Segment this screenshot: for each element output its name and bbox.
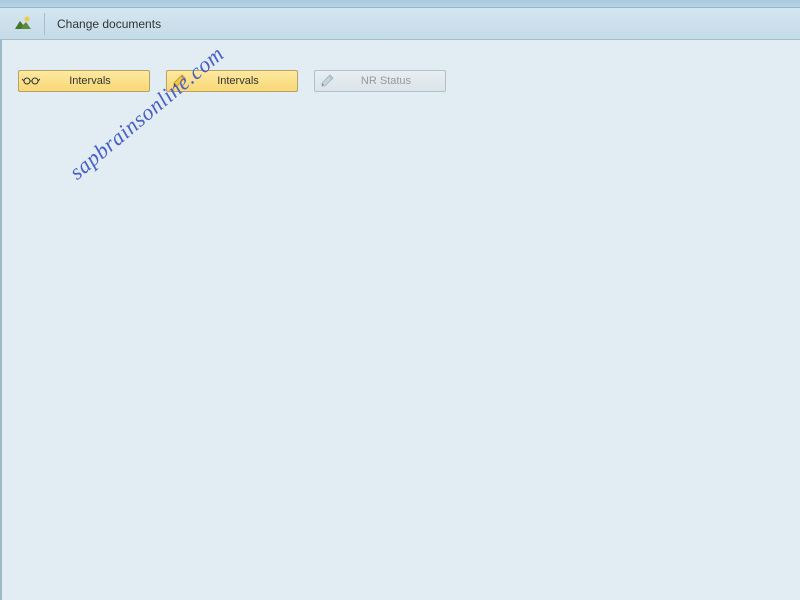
pencil-icon (169, 73, 189, 89)
mountain-icon (14, 15, 32, 33)
intervals-display-button[interactable]: Intervals (18, 70, 150, 92)
glasses-icon (21, 75, 41, 87)
nr-status-button: NR Status (314, 70, 446, 92)
header-bar: Change documents (0, 8, 800, 40)
button-label: Intervals (189, 75, 295, 87)
button-row: Intervals Intervals NR Status (18, 70, 784, 92)
pencil-icon (317, 73, 337, 89)
content-area: Intervals Intervals NR Status (0, 40, 800, 600)
button-label: NR Status (337, 75, 443, 87)
page-title: Change documents (57, 17, 161, 31)
button-label: Intervals (41, 75, 147, 87)
intervals-edit-button[interactable]: Intervals (166, 70, 298, 92)
top-bar (0, 0, 800, 8)
header-divider (44, 13, 45, 35)
